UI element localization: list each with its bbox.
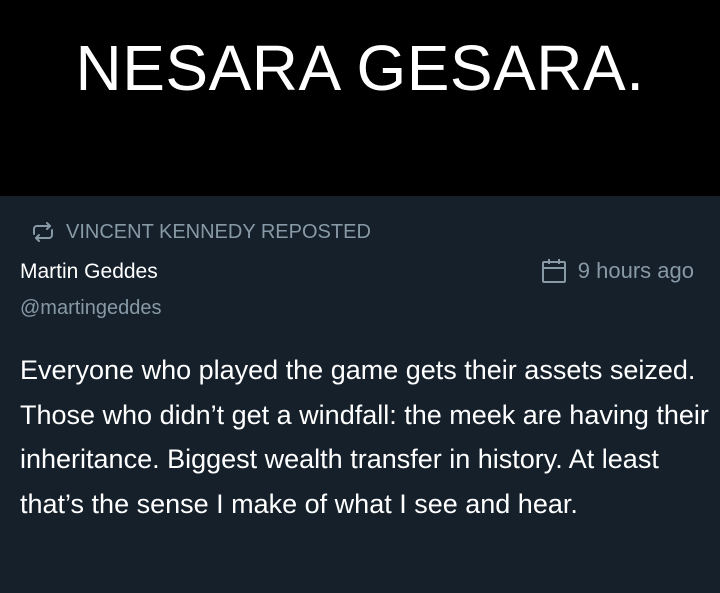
repost-label: VINCENT KENNEDY REPOSTED: [66, 220, 371, 243]
post-card[interactable]: VINCENT KENNEDY REPOSTED Martin Geddes @…: [0, 196, 720, 593]
banner-title: NESARA GESARA.: [75, 32, 645, 104]
calendar-icon: [540, 257, 568, 285]
post-body: Everyone who played the game gets their …: [20, 355, 709, 519]
repost-icon: [30, 222, 56, 242]
timestamp-label: 9 hours ago: [577, 258, 694, 283]
post-timestamp: 9 hours ago: [540, 256, 694, 286]
banner: NESARA GESARA.: [0, 0, 720, 196]
author-handle[interactable]: @martingeddes: [20, 294, 161, 322]
repost-indicator: VINCENT KENNEDY REPOSTED: [30, 218, 371, 246]
author-name[interactable]: Martin Geddes: [20, 258, 158, 286]
